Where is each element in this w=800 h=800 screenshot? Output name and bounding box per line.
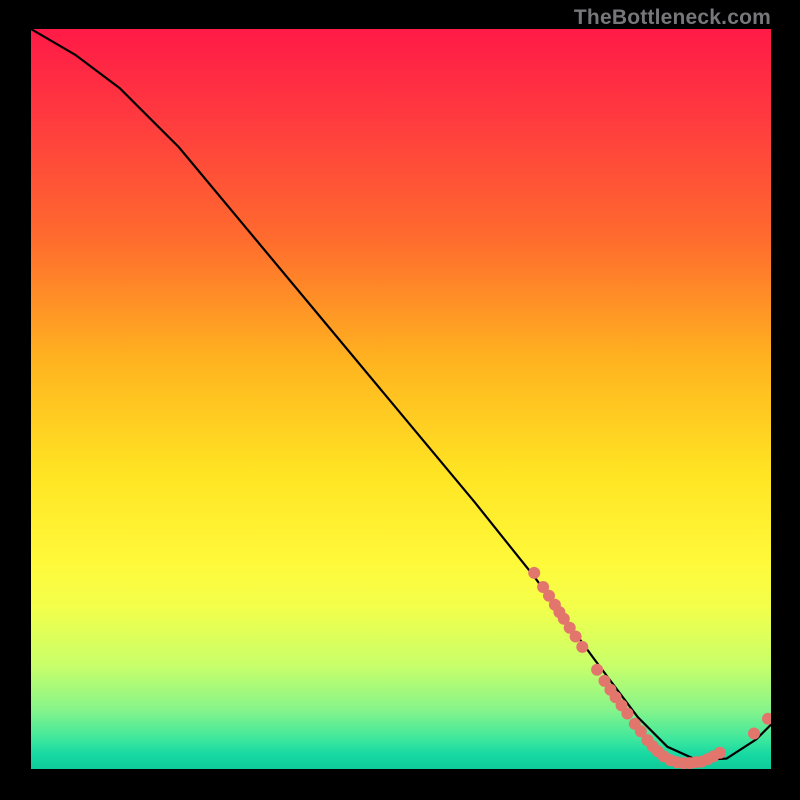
data-point (528, 567, 540, 579)
data-point (621, 708, 633, 720)
data-point (591, 664, 603, 676)
bottleneck-curve (31, 29, 771, 760)
data-point (762, 713, 771, 725)
watermark-text: TheBottleneck.com (574, 6, 771, 30)
data-point (570, 631, 582, 643)
data-point (714, 747, 726, 759)
data-point (748, 728, 760, 740)
plot-area (31, 29, 771, 769)
data-point (576, 641, 588, 653)
chart-svg (31, 29, 771, 769)
chart-frame: TheBottleneck.com (0, 0, 800, 800)
data-points (528, 567, 771, 769)
